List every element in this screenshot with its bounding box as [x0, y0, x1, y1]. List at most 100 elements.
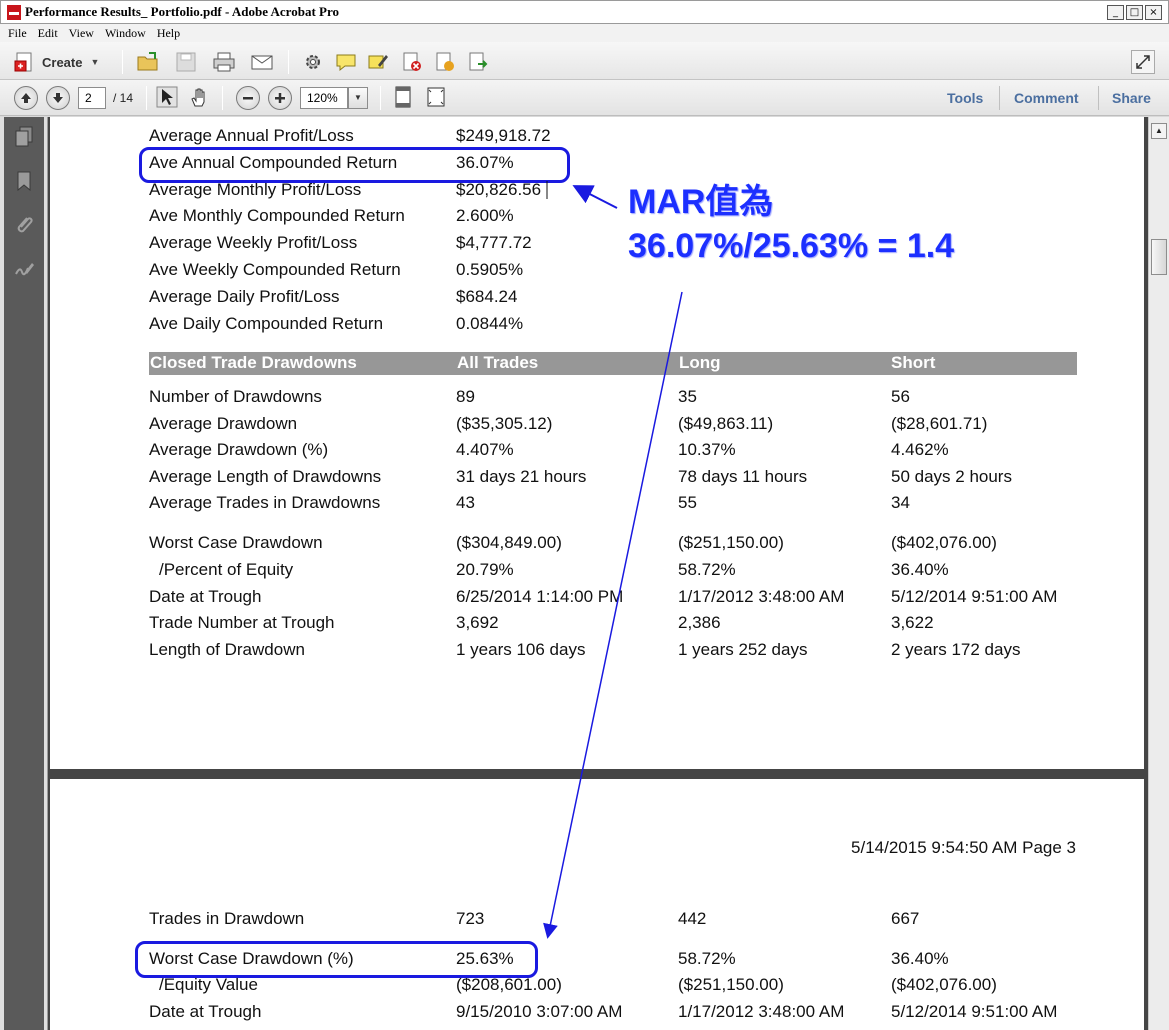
drawdown-cell-3: ($28,601.71) — [891, 413, 988, 433]
worst-cell-0: Date at Trough — [149, 586, 262, 606]
zoom-dropdown-button[interactable]: ▼ — [348, 87, 368, 109]
summary-value: 0.0844% — [456, 313, 524, 333]
zoom-in-button[interactable] — [268, 86, 292, 110]
page3-cell-1: ($208,601.00) — [456, 975, 562, 994]
page3-cell-0: Trades in Drawdown — [149, 909, 305, 928]
page3-cell-1: 723 — [456, 909, 485, 928]
drawdown-cell-2: ($49,863.11) — [678, 413, 774, 433]
worst-cell-3: 2 years 172 days — [891, 640, 1021, 660]
table-header-short: Short — [891, 353, 936, 372]
page-number-input[interactable]: 2 — [78, 87, 106, 109]
menu-help[interactable]: Help — [157, 26, 180, 41]
fit-page-icon[interactable] — [391, 86, 415, 108]
select-cursor-icon[interactable] — [155, 86, 179, 108]
drawdown-cell-1: 89 — [456, 387, 475, 406]
table-header-all: All Trades — [457, 353, 539, 372]
summary-label: Ave Daily Compounded Return — [149, 313, 384, 333]
drawdown-cell-0: Number of Drawdowns — [149, 387, 322, 406]
acrobat-app-icon: ▬ — [7, 4, 21, 20]
gear-icon[interactable] — [301, 51, 325, 73]
create-button[interactable]: Create ▼ — [14, 50, 99, 74]
menu-edit[interactable]: Edit — [38, 26, 58, 41]
vertical-scrollbar[interactable]: ▲ — [1148, 117, 1169, 1030]
bookmarks-icon[interactable] — [12, 169, 36, 193]
document-edit-icon[interactable] — [433, 51, 457, 73]
page-thumbnails-icon[interactable] — [12, 125, 36, 149]
previous-page-button[interactable] — [14, 86, 38, 110]
signatures-icon[interactable] — [12, 257, 36, 281]
attachments-icon[interactable] — [12, 213, 36, 237]
document-export-icon[interactable] — [466, 51, 490, 73]
minimize-button[interactable]: _ — [1107, 5, 1124, 20]
next-page-button[interactable] — [46, 86, 70, 110]
tab-share[interactable]: Share — [1112, 90, 1151, 106]
highlight-pen-icon[interactable] — [366, 51, 390, 73]
fit-width-icon[interactable] — [424, 86, 448, 108]
plus-icon — [275, 93, 285, 103]
worst-cell-2: 58.72% — [678, 559, 736, 579]
table-header-label: Closed Trade Drawdowns — [150, 353, 357, 372]
tab-divider — [999, 86, 1000, 110]
main-toolbar: Create ▼ — [0, 42, 1169, 80]
worst-cell-3: 3,622 — [891, 613, 934, 633]
open-folder-icon[interactable] — [136, 51, 160, 73]
worst-cell-3: 5/12/2014 9:51:00 AM — [891, 586, 1058, 606]
menu-view[interactable]: View — [69, 26, 94, 41]
page3-cell-3: 36.40% — [891, 949, 949, 968]
scroll-thumb[interactable] — [1151, 239, 1167, 275]
save-icon[interactable] — [174, 51, 198, 73]
drawdown-cell-2: 55 — [678, 493, 697, 513]
highlight-box-worst-drawdown — [135, 941, 538, 978]
highlight-box-annual-return — [139, 147, 570, 183]
hand-tool-icon[interactable] — [188, 86, 212, 108]
summary-value: 0.5905% — [456, 260, 524, 279]
drawdown-cell-1: 31 days 21 hours — [456, 466, 587, 486]
window-title: Performance Results_ Portfolio.pdf - Ado… — [25, 4, 339, 19]
pdf-page-2: Average Annual Profit/Loss $249,918.72 Ave… — [50, 117, 1144, 769]
window-controls: _ □ × — [1107, 5, 1162, 20]
drawdown-cell-2: 10.37% — [678, 440, 736, 460]
close-button[interactable]: × — [1145, 5, 1162, 20]
maximize-button[interactable]: □ — [1126, 5, 1143, 20]
tab-comment[interactable]: Comment — [1014, 90, 1079, 106]
page3-cell-0: Date at Trough — [149, 1002, 262, 1021]
zoom-level-input[interactable]: 120% — [300, 87, 348, 109]
zoom-out-button[interactable] — [236, 86, 260, 110]
menu-file[interactable]: File — [8, 26, 27, 41]
page3-cell-3: 667 — [891, 909, 920, 928]
drawdown-cell-1: 43 — [456, 493, 475, 513]
summary-value: $4,777.72 — [456, 233, 532, 253]
summary-label: Average Weekly Profit/Loss — [149, 233, 358, 253]
page-header-timestamp: 5/14/2015 9:54:50 AM Page 3 — [851, 838, 1076, 857]
worst-cell-1: 1 years 106 days — [456, 640, 586, 660]
delete-document-icon[interactable] — [400, 51, 424, 73]
page3-cell-1: 9/15/2010 3:07:00 AM — [456, 1002, 623, 1021]
summary-value: 2.600% — [456, 206, 514, 226]
worst-cell-2: ($251,150.00) — [678, 533, 784, 552]
page3-cell-2: ($251,150.00) — [678, 975, 784, 994]
pdf-page-3: 5/14/2015 9:54:50 AM Page 3 Trades in Dr… — [50, 779, 1144, 1030]
navigation-toolbar: 2 / 14 120% ▼ Tools Comment Share — [0, 80, 1169, 116]
drawdown-cell-0: Average Drawdown (%) — [149, 440, 329, 460]
drawdown-cell-2: 35 — [678, 387, 697, 406]
arrow-up-icon — [21, 93, 31, 103]
scroll-up-button[interactable]: ▲ — [1151, 123, 1167, 139]
mar-annotation-title: MAR值為 — [628, 183, 774, 221]
worst-cell-1: ($304,849.00) — [456, 533, 562, 552]
document-view[interactable]: Average Annual Profit/Loss $249,918.72 Ave… — [48, 117, 1148, 1030]
worst-cell-3: 36.40% — [891, 559, 949, 579]
print-icon[interactable] — [212, 51, 236, 73]
expand-view-button[interactable] — [1131, 50, 1155, 74]
drawdown-cell-1: ($35,305.12) — [456, 413, 553, 433]
worst-cell-2: 2,386 — [678, 613, 721, 633]
menu-window[interactable]: Window — [105, 26, 146, 41]
drawdown-cell-0: Average Drawdown — [149, 413, 298, 433]
page3-cell-0: /Equity Value — [159, 975, 258, 994]
toolbar-divider — [146, 86, 147, 110]
email-icon[interactable] — [250, 51, 274, 73]
tab-tools[interactable]: Tools — [947, 90, 983, 106]
worst-cell-0: /Percent of Equity — [159, 559, 294, 579]
drawdown-cell-2: 78 days 11 hours — [678, 466, 808, 486]
comment-bubble-icon[interactable] — [334, 51, 358, 73]
drawdown-cell-0: Average Trades in Drawdowns — [149, 493, 381, 513]
